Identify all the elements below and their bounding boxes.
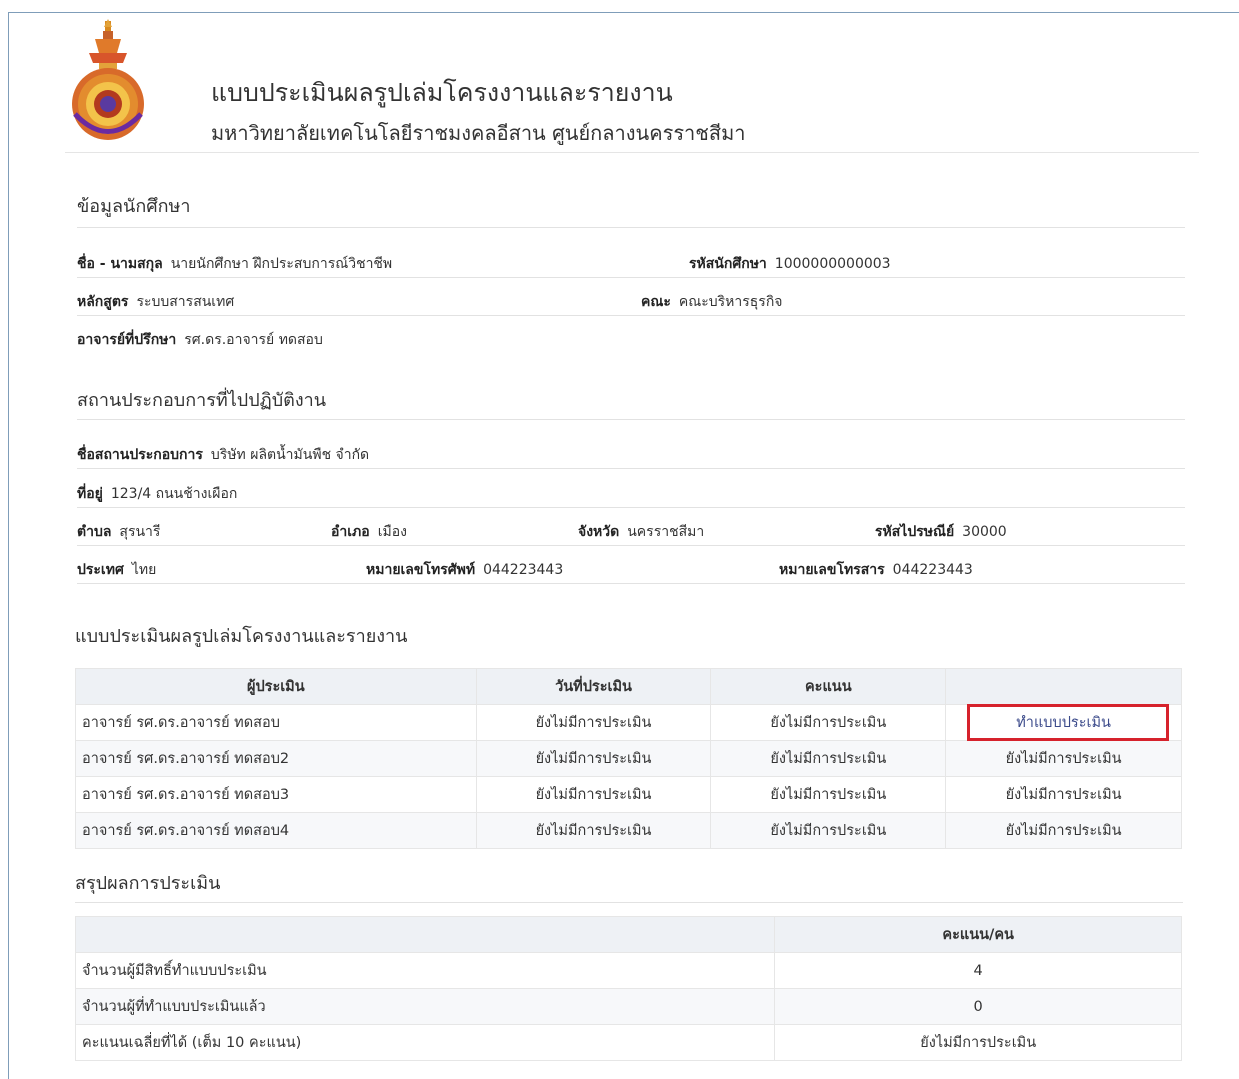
evaluation-score: ยังไม่มีการประเมิน	[710, 704, 947, 741]
address-value: 123/4 ถนนช้างเผือก	[110, 486, 238, 502]
student-name-field: ชื่อ - นามสกุล นายนักศึกษา ฝึกประสบการณ์ว…	[77, 253, 392, 275]
divider	[77, 419, 1185, 420]
workplace-section-title: สถานประกอบการที่ไปปฏิบัติงาน	[77, 390, 327, 411]
evaluation-date: ยังไม่มีการประเมิน	[475, 740, 712, 777]
province-value: นครราชสีมา	[627, 524, 705, 540]
postal-value: 30000	[962, 524, 1007, 540]
phone-field: หมายเลขโทรศัพท์ 044223443	[366, 559, 563, 581]
evaluator-name: อาจารย์ รศ.ดร.อาจารย์ ทดสอบ4	[75, 812, 477, 849]
faculty-value: คณะบริหารธุรกิจ	[678, 294, 783, 310]
table-row: อาจารย์ รศ.ดร.อาจารย์ ทดสอบ3 ยังไม่มีการ…	[75, 776, 1182, 813]
divider	[75, 902, 1183, 903]
table-row: อาจารย์ รศ.ดร.อาจารย์ ทดสอบ2 ยังไม่มีการ…	[75, 740, 1182, 777]
program-label: หลักสูตร	[77, 294, 129, 310]
col-header-action	[945, 668, 1182, 705]
summary-label: จำนวนผู้มีสิทธิ์ทำแบบประเมิน	[74, 952, 776, 989]
divider	[77, 507, 1185, 508]
action-status: ยังไม่มีการประเมิน	[945, 776, 1182, 813]
subdistrict-field: ตำบล สุรนารี	[77, 521, 160, 543]
advisor-label: อาจารย์ที่ปรึกษา	[77, 332, 177, 348]
action-status: ยังไม่มีการประเมิน	[945, 740, 1182, 777]
summary-value: 0	[774, 988, 1182, 1025]
table-row: อาจารย์ รศ.ดร.อาจารย์ ทดสอบ4 ยังไม่มีการ…	[75, 812, 1182, 849]
summary-label: จำนวนผู้ที่ทำแบบประเมินแล้ว	[74, 988, 776, 1025]
summary-section-title: สรุปผลการประเมิน	[75, 873, 221, 894]
col-header-date: วันที่ประเมิน	[475, 668, 712, 705]
action-status: ยังไม่มีการประเมิน	[945, 812, 1182, 849]
advisor-field: อาจารย์ที่ปรึกษา รศ.ดร.อาจารย์ ทดสอบ	[77, 329, 323, 351]
do-evaluation-link[interactable]: ทำแบบประเมิน	[1016, 711, 1111, 734]
divider	[77, 545, 1185, 546]
student-name-label: ชื่อ - นามสกุล	[77, 256, 163, 272]
evaluation-section-title: แบบประเมินผลรูปเล่มโครงงานและรายงาน	[75, 626, 408, 647]
divider	[77, 315, 1185, 316]
address-field: ที่อยู่ 123/4 ถนนช้างเผือก	[77, 483, 237, 505]
university-logo-icon	[72, 19, 144, 140]
evaluation-score: ยังไม่มีการประเมิน	[710, 776, 947, 813]
advisor-value: รศ.ดร.อาจารย์ ทดสอบ	[184, 332, 323, 348]
fax-label: หมายเลขโทรสาร	[779, 562, 885, 578]
phone-label: หมายเลขโทรศัพท์	[366, 562, 476, 578]
divider	[77, 227, 1185, 228]
province-label: จังหวัด	[578, 524, 620, 540]
table-row: จำนวนผู้ที่ทำแบบประเมินแล้ว 0	[74, 988, 1182, 1025]
phone-value: 044223443	[483, 562, 564, 578]
province-field: จังหวัด นครราชสีมา	[578, 521, 704, 543]
table-row: อาจารย์ รศ.ดร.อาจารย์ ทดสอบ ยังไม่มีการป…	[75, 704, 1182, 741]
district-field: อำเภอ เมือง	[331, 521, 407, 543]
summary-table: คะแนน/คน จำนวนผู้มีสิทธิ์ทำแบบประเมิน 4 …	[74, 916, 1182, 1061]
subdistrict-label: ตำบล	[77, 524, 112, 540]
evaluator-name: อาจารย์ รศ.ดร.อาจารย์ ทดสอบ	[75, 704, 477, 741]
table-row: จำนวนผู้มีสิทธิ์ทำแบบประเมิน 4	[74, 952, 1182, 989]
student-id-label: รหัสนักศึกษา	[689, 256, 767, 272]
evaluator-name: อาจารย์ รศ.ดร.อาจารย์ ทดสอบ2	[75, 740, 477, 777]
summary-value: 4	[774, 952, 1182, 989]
col-header-evaluator: ผู้ประเมิน	[75, 668, 477, 705]
evaluation-date: ยังไม่มีการประเมิน	[475, 776, 712, 813]
col-header-item	[74, 916, 776, 953]
evaluation-score: ยังไม่มีการประเมิน	[710, 740, 947, 777]
table-header-row: ผู้ประเมิน วันที่ประเมิน คะแนน	[75, 668, 1182, 705]
fax-value: 044223443	[892, 562, 973, 578]
evaluator-name: อาจารย์ รศ.ดร.อาจารย์ ทดสอบ3	[75, 776, 477, 813]
country-value: ไทย	[131, 562, 157, 578]
company-label: ชื่อสถานประกอบการ	[77, 447, 203, 463]
district-value: เมือง	[377, 524, 407, 540]
divider	[77, 583, 1185, 584]
program-field: หลักสูตร ระบบสารสนเทศ	[77, 291, 234, 313]
country-field: ประเทศ ไทย	[77, 559, 156, 581]
evaluation-date: ยังไม่มีการประเมิน	[475, 812, 712, 849]
student-id-field: รหัสนักศึกษา 1000000000003	[689, 253, 891, 275]
subdistrict-value: สุรนารี	[119, 524, 161, 540]
program-value: ระบบสารสนเทศ	[136, 294, 235, 310]
action-cell: ทำแบบประเมิน	[945, 704, 1182, 741]
faculty-field: คณะ คณะบริหารธุรกิจ	[641, 291, 783, 313]
col-header-score-per-person: คะแนน/คน	[774, 916, 1182, 953]
page-title: แบบประเมินผลรูปเล่มโครงงานและรายงาน	[211, 78, 673, 107]
student-name-value: นายนักศึกษา ฝึกประสบการณ์วิชาชีพ	[170, 256, 393, 272]
col-header-score: คะแนน	[710, 668, 947, 705]
district-label: อำเภอ	[331, 524, 370, 540]
evaluation-date: ยังไม่มีการประเมิน	[475, 704, 712, 741]
summary-value: ยังไม่มีการประเมิน	[774, 1024, 1182, 1061]
company-field: ชื่อสถานประกอบการ บริษัท ผลิตน้ำมันพืช จำ…	[77, 444, 369, 466]
table-header-row: คะแนน/คน	[74, 916, 1182, 953]
company-value: บริษัท ผลิตน้ำมันพืช จำกัด	[210, 447, 370, 463]
page-subtitle: มหาวิทยาลัยเทคโนโลยีราชมงคลอีสาน ศูนย์กล…	[211, 121, 746, 145]
evaluation-score: ยังไม่มีการประเมิน	[710, 812, 947, 849]
summary-label: คะแนนเฉลี่ยที่ได้ (เต็ม 10 คะแนน)	[74, 1024, 776, 1061]
divider	[77, 468, 1185, 469]
page-frame: แบบประเมินผลรูปเล่มโครงงานและรายงาน มหาว…	[8, 12, 1239, 1079]
table-row: คะแนนเฉลี่ยที่ได้ (เต็ม 10 คะแนน) ยังไม่…	[74, 1024, 1182, 1061]
address-label: ที่อยู่	[77, 486, 103, 502]
country-label: ประเทศ	[77, 562, 124, 578]
fax-field: หมายเลขโทรสาร 044223443	[779, 559, 973, 581]
postal-label: รหัสไปรษณีย์	[875, 524, 955, 540]
divider	[77, 277, 1185, 278]
student-section-title: ข้อมูลนักศึกษา	[77, 196, 191, 217]
evaluation-table: ผู้ประเมิน วันที่ประเมิน คะแนน อาจารย์ ร…	[75, 668, 1182, 849]
postal-field: รหัสไปรษณีย์ 30000	[875, 521, 1007, 543]
student-id-value: 1000000000003	[774, 256, 891, 272]
faculty-label: คณะ	[641, 294, 671, 310]
